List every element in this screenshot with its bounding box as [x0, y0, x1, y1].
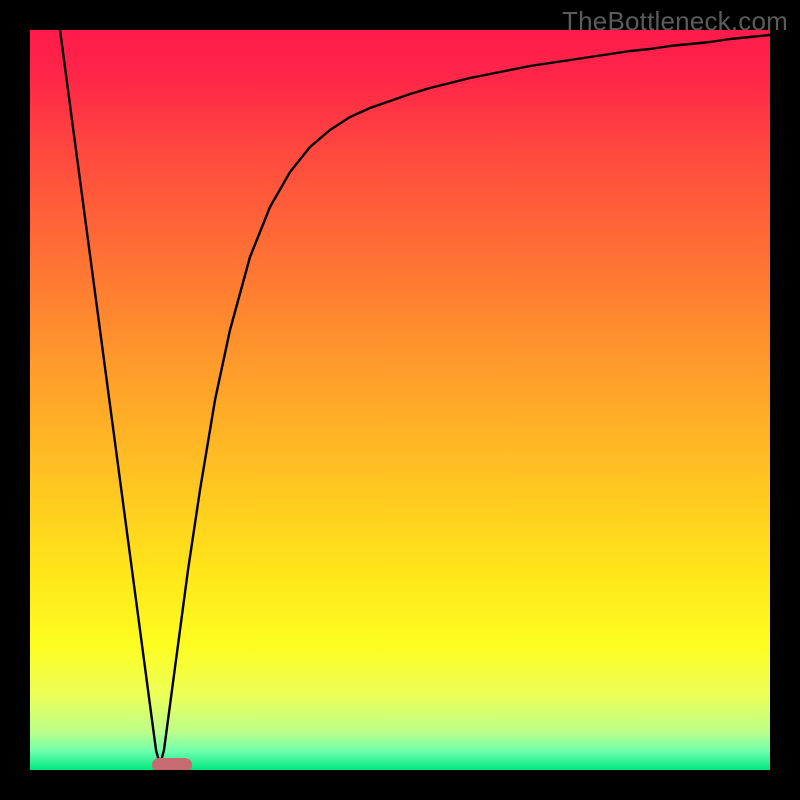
plot-area	[30, 30, 770, 770]
bottleneck-curve	[30, 30, 770, 770]
optimal-marker	[152, 758, 192, 770]
watermark-text: TheBottleneck.com	[562, 6, 788, 37]
chart-frame: TheBottleneck.com	[0, 0, 800, 800]
